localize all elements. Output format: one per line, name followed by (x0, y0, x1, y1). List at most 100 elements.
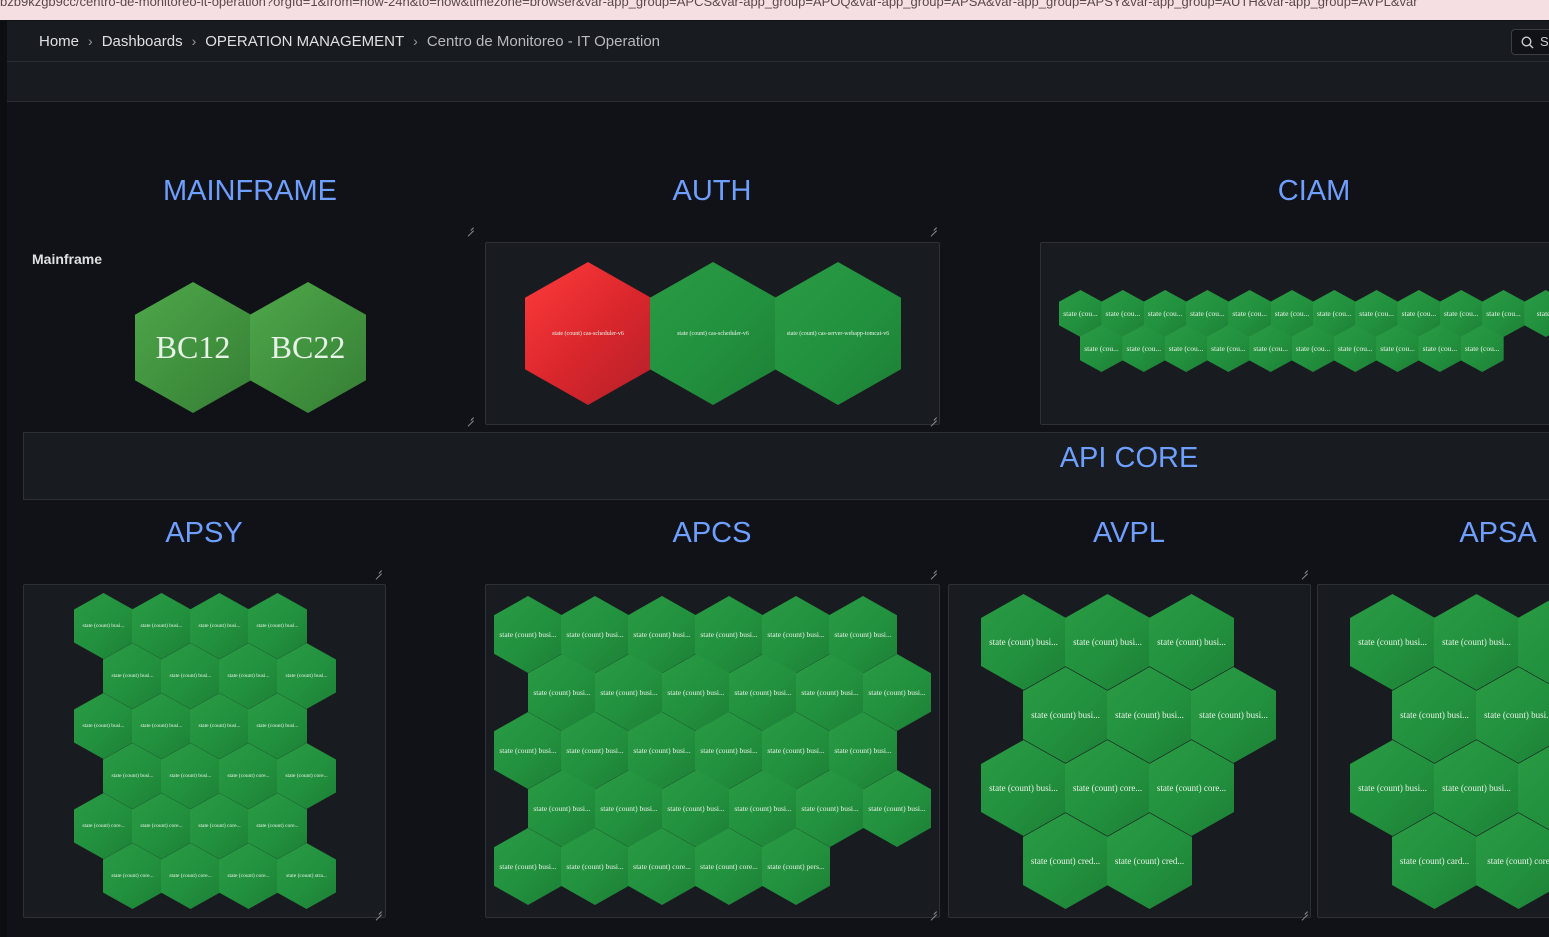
panel-apsy[interactable]: state (count) busi... state (count) busi.… (23, 584, 386, 918)
hex-cell[interactable]: state (count) cas-server-webapp-tomcat-v… (775, 262, 901, 405)
resize-handle[interactable] (928, 222, 938, 232)
hex-cell[interactable]: BC22 (250, 282, 366, 413)
row-title-ciam: CIAM (1277, 175, 1351, 207)
search-label: S (1540, 34, 1549, 49)
hex-label: state (count) busi... (1115, 710, 1184, 720)
hex-label: state (count) busi... (767, 630, 825, 639)
hex-label: BC22 (270, 329, 346, 365)
hex-label: state (count) busi... (801, 804, 859, 813)
resize-handle[interactable] (373, 906, 383, 916)
hex-cell[interactable]: state ( (1524, 290, 1549, 337)
resize-handle[interactable] (1299, 906, 1309, 916)
hex-label: state (count) busi... (499, 746, 557, 755)
hex-label: state (count) busi... (868, 688, 926, 697)
resize-handle[interactable] (1299, 565, 1309, 575)
hex-label: state (count) busi... (734, 688, 792, 697)
hex-label: state (cou... (1274, 309, 1310, 318)
hex-label: state (count) busi... (533, 688, 591, 697)
panel-mainframe[interactable]: Mainframe BC12 BC22 (23, 242, 479, 424)
hex-label: state (cou... (1232, 309, 1267, 318)
search-input[interactable]: S (1511, 29, 1549, 55)
hex-label: state (cou... (1126, 344, 1162, 353)
hex-cell[interactable]: BC12 (135, 282, 251, 413)
hex-label: state (count) core... (700, 862, 758, 871)
hex-label: state (cou... (1422, 344, 1458, 353)
breadcrumb: Home › Dashboards › OPERATION MANAGEMENT… (39, 33, 660, 50)
hex-label: state (count) busi... (1484, 710, 1549, 720)
hex-label: state (count) busi... (600, 688, 658, 697)
hex-label: state (count) busi... (1400, 710, 1469, 720)
hex-label: state (count) busi... (633, 746, 691, 755)
hex-label: state (count) busi... (140, 723, 183, 729)
row-title-mainframe: MAINFRAME (163, 175, 337, 207)
hex-label: state (count) cred... (1114, 856, 1185, 866)
hex-label: state (count) core... (111, 873, 154, 879)
chevron-right-icon: › (191, 33, 197, 49)
breadcrumb-home[interactable]: Home (39, 33, 79, 50)
hex-label: state (cou... (1147, 309, 1183, 318)
resize-handle[interactable] (373, 565, 383, 575)
hex-label: state (count) card... (1399, 856, 1470, 866)
hex-label: state (cou... (1317, 309, 1352, 318)
hex-label: state (cou... (1253, 344, 1288, 353)
resize-handle[interactable] (465, 222, 475, 232)
chevron-right-icon: › (413, 33, 418, 49)
resize-handle[interactable] (928, 412, 938, 422)
hex-label: state (count) core (1487, 856, 1549, 866)
hex-label: state (count) busi... (169, 673, 212, 679)
hex-label: state (cou... (1359, 309, 1394, 318)
sidebar-edge (0, 21, 7, 937)
hex-label: BC12 (155, 329, 231, 365)
resize-handle[interactable] (928, 565, 938, 575)
hex-label: state (count) busi... (1199, 710, 1268, 720)
hex-label: state ( (1536, 309, 1549, 318)
hex-label: state (count) busi... (256, 623, 299, 629)
hex-label: state (count) busi... (801, 688, 859, 697)
hex-cell[interactable]: state (count) cas-scheduler-v6 (650, 262, 776, 405)
chevron-right-icon: › (88, 33, 93, 49)
hex-label: state (cou... (1063, 309, 1098, 318)
hex-label: state (count) busi... (169, 773, 212, 779)
hex-label: state (cou... (1401, 309, 1437, 318)
hex-label: state (count) busi... (111, 673, 154, 679)
hex-label: state (count) busi... (700, 746, 758, 755)
panel-apcs[interactable]: state (count) busi... state (count) busi.… (485, 584, 940, 918)
panel-avpl[interactable]: state (count) busi... state (count) busi.… (948, 584, 1311, 918)
top-navigation: Home › Dashboards › OPERATION MANAGEMENT… (7, 21, 1549, 62)
hex-label: state (count) busi... (767, 746, 825, 755)
hex-label: state (count) busi... (989, 783, 1058, 793)
hex-label: state (count) busi... (734, 804, 792, 813)
hex-label: state (count) busi... (989, 637, 1058, 647)
panel-ciam[interactable]: state (cou... state (cou... state (cou... s… (1040, 242, 1549, 425)
panel-apsa[interactable]: state (count) busi... state (count) busi.… (1317, 584, 1549, 918)
hex-cell-alert[interactable]: state (count) cas-scheduler-v6 (525, 262, 651, 405)
hex-label: state (count) core... (633, 862, 691, 871)
hex-label: state (count) busi... (499, 862, 557, 871)
hex-label: state (count) core... (198, 823, 241, 829)
hex-label: state (cou... (1486, 309, 1521, 318)
hex-label: state (cou... (1464, 344, 1500, 353)
hex-label: state (cou... (1190, 309, 1225, 318)
hex-label: state (count) busi... (600, 804, 658, 813)
hex-label: state (count) busi... (566, 862, 624, 871)
hex-label: state (count) busi... (256, 723, 299, 729)
resize-handle[interactable] (928, 906, 938, 916)
hex-label: state (count) busi... (499, 630, 557, 639)
hex-label: state (count) cred... (1030, 856, 1101, 866)
row-api-core[interactable]: API CORE (23, 432, 1549, 500)
panel-auth[interactable]: state (count) cas-scheduler-v6 state (cou… (485, 242, 940, 425)
hex-label: state (count) busi... (1157, 637, 1226, 647)
hex-label: state (cou... (1105, 309, 1141, 318)
hex-label: state (count) core... (82, 823, 125, 829)
hex-label: state (count) cas-scheduler-v6 (552, 330, 624, 337)
hex-label: state (count) busi... (1442, 783, 1511, 793)
browser-url-bar[interactable]: bzb9kzgb9cc/centro-de-monitoreo-it-opera… (0, 0, 1549, 20)
hex-label: state (count) busi... (82, 623, 125, 629)
breadcrumb-folder[interactable]: OPERATION MANAGEMENT (205, 33, 404, 50)
url-text: bzb9kzgb9cc/centro-de-monitoreo-it-opera… (0, 0, 1418, 9)
hex-label: state (count) core... (140, 823, 183, 829)
resize-handle[interactable] (465, 412, 475, 422)
hex-label: state (count) cas-server-webapp-tomcat-v… (786, 330, 890, 337)
hex-label: state (cou... (1084, 344, 1119, 353)
breadcrumb-dashboards[interactable]: Dashboards (102, 33, 183, 50)
